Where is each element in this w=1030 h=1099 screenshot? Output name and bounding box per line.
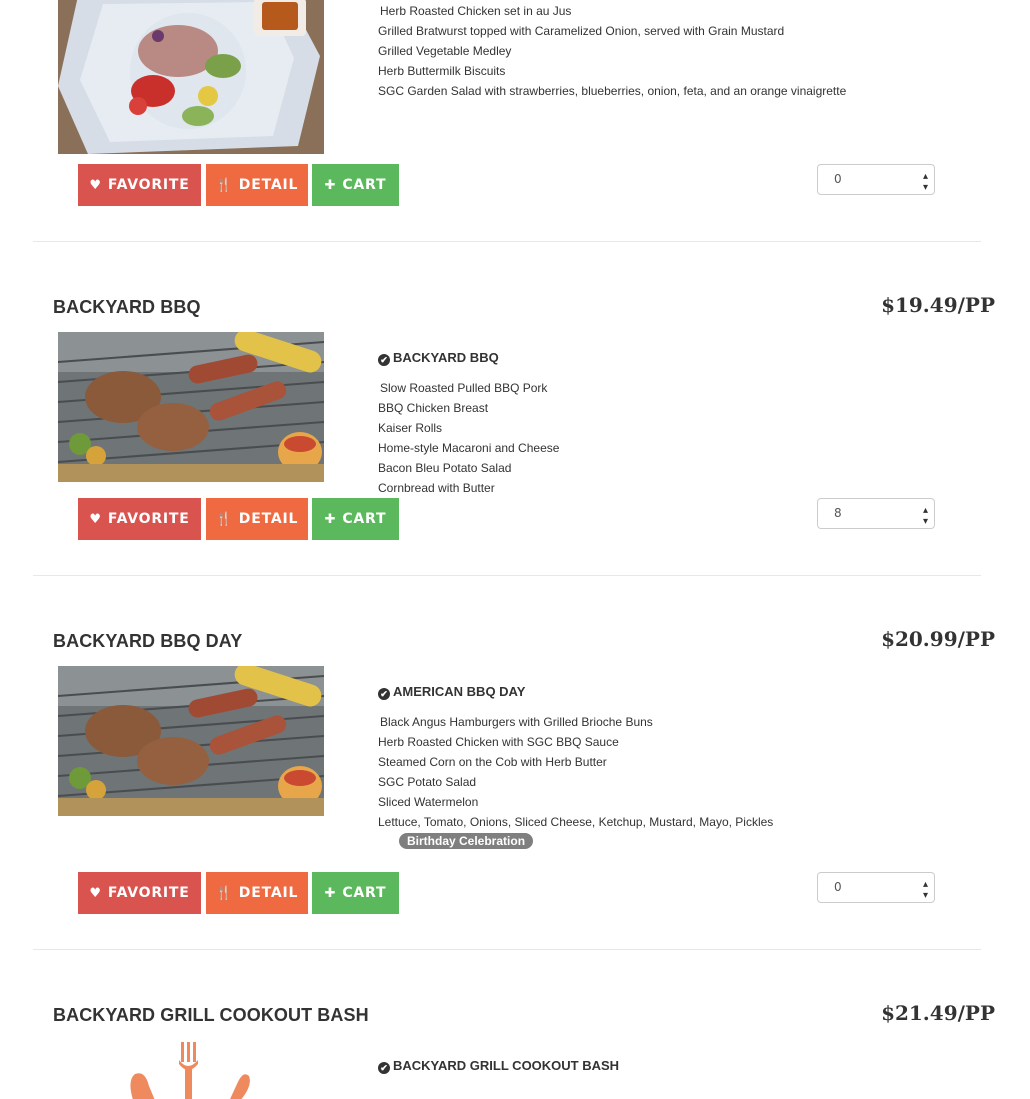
menu-line: Steamed Corn on the Cob with Herb Butter: [378, 755, 607, 769]
menu-line: SGC Garden Salad with strawberries, blue…: [378, 84, 847, 98]
item-price: $19.49/PP: [881, 293, 995, 317]
plus-icon: ✚: [324, 885, 337, 901]
utensils-icon: 🍴: [215, 511, 233, 527]
menu-line: Sliced Watermelon: [378, 795, 479, 809]
favorite-label: FAVORITE: [107, 177, 190, 193]
utensils-icon: 🍴: [215, 177, 233, 193]
menu-line: Cornbread with Butter: [378, 481, 495, 495]
heart-icon: ♥: [89, 177, 102, 193]
item-title: BACKYARD GRILL COOKOUT BASH: [53, 1005, 369, 1025]
heart-icon: ♥: [89, 511, 102, 527]
cart-label: CART: [342, 511, 387, 527]
menu-heading: ✔ BACKYARD BBQ: [378, 349, 978, 367]
utensils-placeholder-icon: [125, 1040, 255, 1099]
detail-button[interactable]: 🍴 DETAIL: [206, 498, 308, 540]
menu-item-card: BACKYARD BBQ DAY $20.99/PP ✔ AMERICAN BB…: [0, 624, 1030, 949]
detail-label: DETAIL: [238, 177, 299, 193]
quantity-select[interactable]: 0 ▴ ▾: [817, 872, 935, 903]
salad-photo: [58, 0, 324, 154]
quantity-value: 0: [834, 880, 842, 894]
quantity-select[interactable]: 0 ▴ ▾: [817, 164, 935, 195]
cart-label: CART: [342, 177, 387, 193]
quantity-value: 0: [834, 172, 842, 186]
detail-label: DETAIL: [238, 885, 299, 901]
menu-heading: ✔ BACKYARD GRILL COOKOUT BASH: [378, 1057, 978, 1075]
chevron-down-icon: ▴ ▾: [922, 171, 928, 193]
grill-photo: [58, 666, 324, 816]
menu-description: Herb Roasted Chicken set in au Jus Grill…: [378, 1, 978, 101]
heart-icon: ♥: [89, 885, 102, 901]
item-divider: [33, 241, 981, 242]
utensils-icon: 🍴: [215, 885, 233, 901]
add-to-cart-button[interactable]: ✚ CART: [312, 498, 399, 540]
detail-button[interactable]: 🍴 DETAIL: [206, 872, 308, 914]
check-circle-icon: ✔: [378, 1062, 390, 1074]
menu-line: BBQ Chicken Breast: [378, 401, 489, 415]
chevron-down-icon: ▴ ▾: [922, 505, 928, 527]
favorite-button[interactable]: ♥ FAVORITE: [78, 164, 201, 206]
menu-item-card: BACKYARD GRILL COOKOUT BASH $21.49/PP ✔ B…: [0, 998, 1030, 1099]
occasion-tag[interactable]: Birthday Celebration: [399, 833, 534, 849]
menu-line: SGC Potato Salad: [378, 775, 477, 789]
menu-heading: ✔ AMERICAN BBQ DAY: [378, 683, 978, 701]
detail-label: DETAIL: [238, 511, 299, 527]
chevron-down-icon: ▴ ▾: [922, 879, 928, 901]
menu-lines: Herb Roasted Chicken set in au Jus Grill…: [378, 1, 978, 101]
menu-description: ✔ BACKYARD GRILL COOKOUT BASH: [378, 1057, 978, 1086]
item-title: BACKYARD BBQ: [53, 297, 201, 317]
menu-item-card: BACKYARD BBQ $19.49/PP ✔ BACKYARD BBQ Sl…: [0, 290, 1030, 575]
grill-photo: [58, 332, 324, 482]
item-divider: [33, 949, 981, 950]
menu-line: Home-style Macaroni and Cheese: [378, 441, 560, 455]
menu-line: Slow Roasted Pulled BBQ Pork: [380, 381, 548, 395]
favorite-button[interactable]: ♥ FAVORITE: [78, 872, 201, 914]
menu-line: Herb Buttermilk Biscuits: [378, 64, 506, 78]
menu-item-card: Herb Roasted Chicken set in au Jus Grill…: [0, 0, 1030, 241]
favorite-label: FAVORITE: [107, 511, 190, 527]
catering-menu-page: Herb Roasted Chicken set in au Jus Grill…: [0, 0, 1030, 1099]
cart-label: CART: [342, 885, 387, 901]
favorite-label: FAVORITE: [107, 885, 190, 901]
menu-line: Grilled Bratwurst topped with Caramelize…: [378, 24, 785, 38]
menu-line: Bacon Bleu Potato Salad: [378, 461, 512, 475]
check-circle-icon: ✔: [378, 688, 390, 700]
item-divider: [33, 575, 981, 576]
quantity-value: 8: [834, 506, 842, 520]
menu-lines: Slow Roasted Pulled BBQ Pork BBQ Chicken…: [378, 378, 978, 498]
menu-description: ✔ AMERICAN BBQ DAY Black Angus Hamburgers…: [378, 683, 978, 850]
plus-icon: ✚: [324, 511, 337, 527]
menu-line: Lettuce, Tomato, Onions, Sliced Cheese, …: [378, 815, 774, 829]
check-circle-icon: ✔: [378, 354, 390, 366]
menu-line: Herb Roasted Chicken set in au Jus: [380, 4, 572, 18]
add-to-cart-button[interactable]: ✚ CART: [312, 872, 399, 914]
favorite-button[interactable]: ♥ FAVORITE: [78, 498, 201, 540]
menu-line: Herb Roasted Chicken with SGC BBQ Sauce: [378, 735, 619, 749]
menu-line: Grilled Vegetable Medley: [378, 44, 512, 58]
menu-line: Black Angus Hamburgers with Grilled Brio…: [380, 715, 653, 729]
menu-description: ✔ BACKYARD BBQ Slow Roasted Pulled BBQ Po…: [378, 349, 978, 498]
detail-button[interactable]: 🍴 DETAIL: [206, 164, 308, 206]
plus-icon: ✚: [324, 177, 337, 193]
menu-line: Kaiser Rolls: [378, 421, 443, 435]
item-price: $21.49/PP: [881, 1001, 995, 1025]
menu-lines: Black Angus Hamburgers with Grilled Brio…: [378, 712, 978, 832]
quantity-select[interactable]: 8 ▴ ▾: [817, 498, 935, 529]
item-price: $20.99/PP: [881, 627, 995, 651]
add-to-cart-button[interactable]: ✚ CART: [312, 164, 399, 206]
item-title: BACKYARD BBQ DAY: [53, 631, 243, 651]
